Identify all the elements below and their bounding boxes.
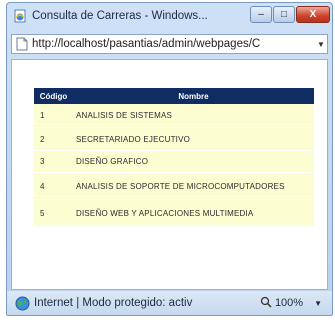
page-content: Código Nombre 1 ANALISIS DE SISTEMAS 2 S… — [11, 59, 328, 290]
popup-window: Consulta de Carreras - Windows... – □ X … — [6, 2, 333, 316]
window-controls: – □ X — [250, 6, 330, 23]
window-title: Consulta de Carreras - Windows... — [32, 10, 208, 22]
table-row: 4 ANALISIS DE SOPORTE DE MICROCOMPUTADOR… — [34, 172, 314, 200]
career-name: ANALISIS DE SOPORTE DE MICROCOMPUTADORES — [73, 172, 314, 200]
career-code: 3 — [34, 150, 73, 173]
close-button[interactable]: X — [296, 6, 330, 23]
zoom-level[interactable]: 100% — [275, 297, 303, 309]
career-name: DISEÑO GRAFICO — [73, 150, 314, 173]
career-name: ANALISIS DE SISTEMAS — [73, 104, 314, 128]
table-row: 3 DISEÑO GRAFICO — [34, 150, 314, 173]
status-bar: Internet | Modo protegido: activ 100% ▼ — [7, 291, 332, 315]
table-row: 5 DISEÑO WEB Y APLICACIONES MULTIMEDIA — [34, 199, 314, 227]
globe-icon — [15, 296, 30, 311]
ie-page-icon — [13, 9, 27, 23]
zoom-dropdown-icon[interactable]: ▼ — [314, 299, 322, 308]
table-header-row: Código Nombre — [34, 88, 314, 104]
career-name: DISEÑO WEB Y APLICACIONES MULTIMEDIA — [73, 199, 314, 227]
code-column-header: Código — [34, 88, 73, 104]
table-row: 2 SECRETARIADO EJECUTIVO — [34, 127, 314, 151]
career-code: 5 — [34, 199, 73, 227]
career-name: SECRETARIADO EJECUTIVO — [73, 127, 314, 151]
address-dropdown-icon[interactable]: ▼ — [315, 40, 327, 49]
title-bar[interactable]: Consulta de Carreras - Windows... – □ X — [7, 3, 332, 29]
maximize-button[interactable]: □ — [273, 6, 295, 23]
zoom-control[interactable]: 100% ▼ — [260, 296, 322, 311]
table-row: 1 ANALISIS DE SISTEMAS — [34, 104, 314, 128]
career-code: 2 — [34, 127, 73, 151]
career-code: 1 — [34, 104, 73, 128]
magnifier-icon — [260, 296, 272, 311]
address-bar[interactable]: http://localhost/pasantias/admin/webpage… — [11, 34, 328, 54]
careers-table: Código Nombre 1 ANALISIS DE SISTEMAS 2 S… — [34, 88, 314, 227]
status-text: Internet | Modo protegido: activ — [34, 297, 193, 309]
url-text[interactable]: http://localhost/pasantias/admin/webpage… — [32, 38, 315, 50]
career-code: 4 — [34, 172, 73, 200]
page-icon — [16, 37, 28, 51]
minimize-button[interactable]: – — [250, 6, 272, 23]
name-column-header: Nombre — [73, 88, 314, 104]
